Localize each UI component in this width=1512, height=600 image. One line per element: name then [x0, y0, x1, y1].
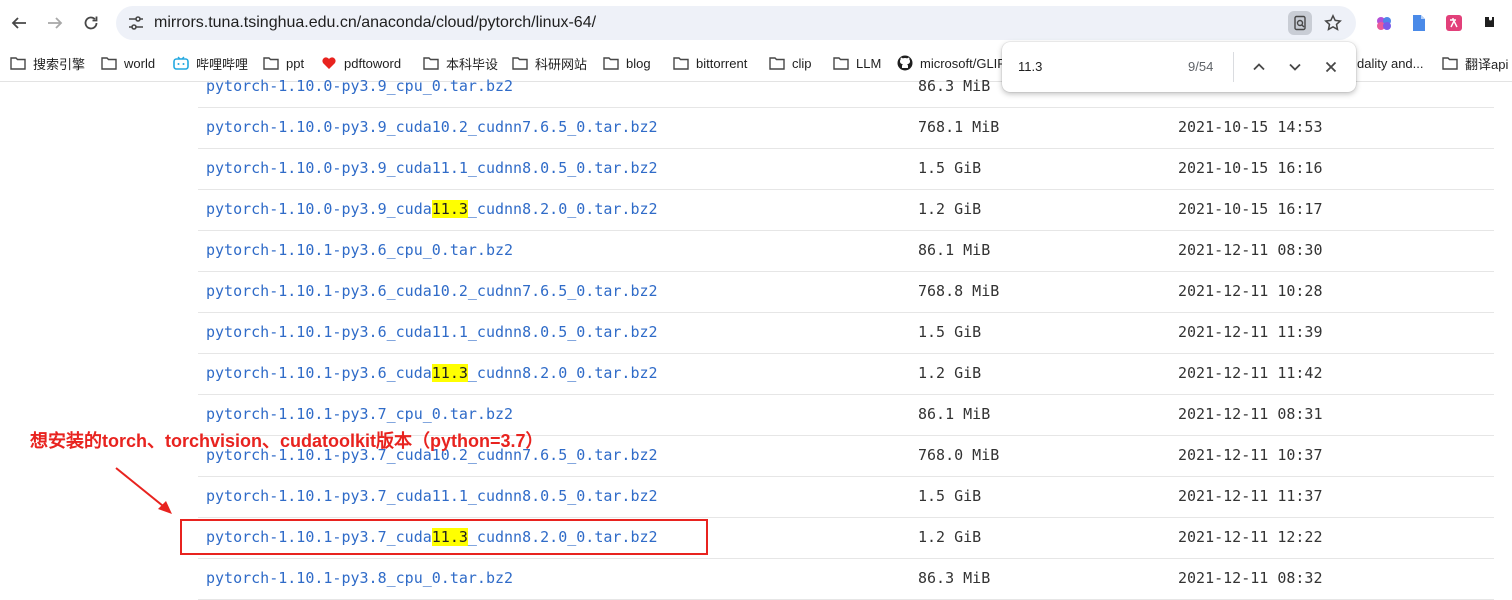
- address-bar[interactable]: mirrors.tuna.tsinghua.edu.cn/anaconda/cl…: [116, 6, 1356, 40]
- table-row: pytorch-1.10.1-py3.6_cuda11.3_cudnn8.2.0…: [198, 353, 1494, 395]
- bilibili-icon: [173, 55, 189, 71]
- extension-document-icon[interactable]: [1408, 12, 1430, 34]
- table-row: pytorch-1.10.0-py3.9_cuda11.3_cudnn8.2.0…: [198, 189, 1494, 231]
- close-icon: [1325, 61, 1337, 73]
- file-date: 2021-12-11 11:37: [1178, 487, 1323, 505]
- find-bar: 11.3 9/54: [1002, 42, 1356, 92]
- file-date: 2021-10-15 14:53: [1178, 118, 1323, 136]
- file-link[interactable]: pytorch-1.10.1-py3.6_cuda11.1_cudnn8.0.5…: [206, 323, 658, 341]
- bookmark-item[interactable]: 搜索引擎: [10, 54, 85, 72]
- reload-button[interactable]: [75, 7, 107, 39]
- search-highlight: 11.3: [431, 200, 468, 218]
- file-size: 1.2 GiB: [918, 528, 982, 546]
- extension-translate-icon[interactable]: [1443, 12, 1465, 34]
- extensions-puzzle-icon[interactable]: [1478, 12, 1500, 34]
- file-link[interactable]: pytorch-1.10.0-py3.9_cuda10.2_cudnn7.6.5…: [206, 118, 658, 136]
- search-highlight: 11.3: [431, 364, 468, 382]
- table-row: pytorch-1.10.1-py3.6_cuda11.1_cudnn8.0.5…: [198, 312, 1494, 354]
- table-row: pytorch-1.10.1-py3.8_cpu_0.tar.bz2 86.3 M…: [198, 558, 1494, 600]
- file-date: 2021-12-11 12:22: [1178, 528, 1323, 546]
- find-close-button[interactable]: [1319, 55, 1343, 79]
- forward-button[interactable]: [39, 7, 71, 39]
- file-link[interactable]: pytorch-1.10.1-py3.7_cpu_0.tar.bz2: [206, 405, 513, 423]
- file-link[interactable]: pytorch-1.10.0-py3.9_cuda11.1_cudnn8.0.5…: [206, 159, 658, 177]
- table-row: pytorch-1.10.1-py3.6_cuda10.2_cudnn7.6.5…: [198, 271, 1494, 313]
- file-size: 1.5 GiB: [918, 487, 982, 505]
- annotation-arrow-icon: [115, 467, 172, 514]
- reload-icon: [84, 16, 98, 30]
- annotation-highlight-box: [180, 519, 708, 555]
- back-button[interactable]: [3, 7, 35, 39]
- file-size: 768.1 MiB: [918, 118, 1000, 136]
- file-size: 1.5 GiB: [918, 159, 982, 177]
- url-text[interactable]: mirrors.tuna.tsinghua.edu.cn/anaconda/cl…: [154, 14, 596, 32]
- table-row: pytorch-1.10.1-py3.7_cuda11.1_cudnn8.0.5…: [198, 476, 1494, 518]
- file-size: 86.1 MiB: [918, 241, 991, 259]
- file-size: 1.2 GiB: [918, 364, 982, 382]
- find-divider: [1233, 52, 1234, 82]
- file-date: 2021-12-11 11:42: [1178, 364, 1323, 382]
- find-match-count: 9/54: [1188, 59, 1214, 74]
- find-next-button[interactable]: [1283, 55, 1307, 79]
- file-link[interactable]: pytorch-1.10.1-py3.6_cpu_0.tar.bz2: [206, 241, 513, 259]
- bookmark-label: 搜索引擎: [33, 56, 86, 72]
- file-link[interactable]: pytorch-1.10.1-py3.7_cuda11.1_cudnn8.0.5…: [206, 487, 658, 505]
- find-input[interactable]: 11.3: [1018, 59, 1042, 74]
- find-previous-button[interactable]: [1247, 55, 1271, 79]
- file-date: 2021-12-11 08:30: [1178, 241, 1323, 259]
- file-date: 2021-12-11 08:32: [1178, 569, 1323, 587]
- file-size: 768.0 MiB: [918, 446, 1000, 464]
- file-size: 86.3 MiB: [918, 77, 991, 95]
- back-arrow-icon: [11, 17, 26, 29]
- table-row: pytorch-1.10.0-py3.9_cuda11.1_cudnn8.0.5…: [198, 148, 1494, 190]
- forward-arrow-icon: [48, 17, 63, 29]
- file-date: 2021-10-15 16:16: [1178, 159, 1323, 177]
- file-size: 86.3 MiB: [918, 569, 991, 587]
- site-info-icon[interactable]: [124, 11, 148, 35]
- file-size: 86.1 MiB: [918, 405, 991, 423]
- table-row: pytorch-1.10.0-py3.9_cuda10.2_cudnn7.6.5…: [198, 107, 1494, 149]
- bookmark-item[interactable]: world: [101, 54, 155, 72]
- file-date: 2021-12-11 11:39: [1178, 323, 1323, 341]
- bookmark-star-icon[interactable]: [1321, 11, 1345, 35]
- file-date: 2021-10-15 16:17: [1178, 200, 1323, 218]
- file-link[interactable]: pytorch-1.10.0-py3.9_cuda11.3_cudnn8.2.0…: [206, 200, 658, 218]
- bookmark-label: world: [124, 55, 156, 71]
- folder-icon: [101, 55, 117, 71]
- file-link[interactable]: pytorch-1.10.0-py3.9_cpu_0.tar.bz2: [206, 77, 513, 95]
- annotation-text: 想安装的torch、torchvision、cudatoolkit版本（pyth…: [30, 431, 544, 451]
- file-size: 1.5 GiB: [918, 323, 982, 341]
- page-translate-icon[interactable]: [1288, 11, 1312, 35]
- table-row: pytorch-1.10.1-py3.6_cpu_0.tar.bz2 86.1 M…: [198, 230, 1494, 272]
- file-date: 2021-12-11 10:37: [1178, 446, 1323, 464]
- folder-icon: [10, 55, 26, 71]
- file-link[interactable]: pytorch-1.10.1-py3.6_cuda11.3_cudnn8.2.0…: [206, 364, 658, 382]
- chevron-down-icon: [1289, 63, 1301, 71]
- extension-brain-icon[interactable]: [1373, 12, 1395, 34]
- file-date: 2021-12-11 08:31: [1178, 405, 1323, 423]
- file-size: 768.8 MiB: [918, 282, 1000, 300]
- browser-toolbar: mirrors.tuna.tsinghua.edu.cn/anaconda/cl…: [0, 0, 1512, 46]
- file-link[interactable]: pytorch-1.10.1-py3.6_cuda10.2_cudnn7.6.5…: [206, 282, 658, 300]
- file-date: 2021-12-11 10:28: [1178, 282, 1323, 300]
- chevron-up-icon: [1253, 63, 1265, 71]
- file-size: 1.2 GiB: [918, 200, 982, 218]
- file-link[interactable]: pytorch-1.10.1-py3.8_cpu_0.tar.bz2: [206, 569, 513, 587]
